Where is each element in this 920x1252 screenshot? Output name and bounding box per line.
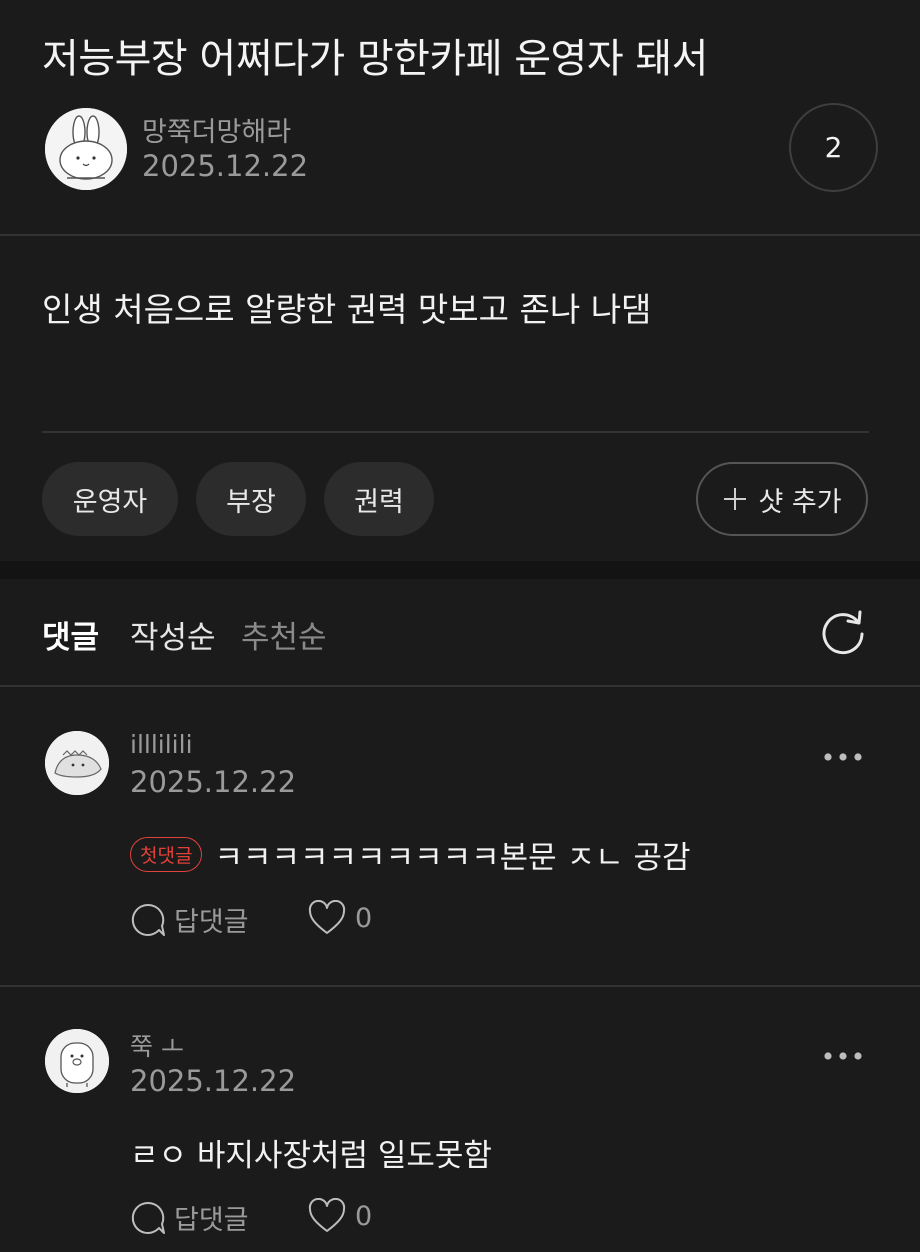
tag-chip[interactable]: 권력 — [324, 462, 434, 536]
reply-label: 답댓글 — [174, 907, 249, 938]
heart-icon — [308, 1198, 346, 1232]
add-tag-button[interactable]: 샷 추가 — [696, 462, 868, 536]
comment-date: 2025.12.22 — [130, 1064, 297, 1098]
sort-recommended-tab[interactable]: 추천순 — [241, 612, 327, 657]
add-tag-label: 샷 추가 — [758, 486, 842, 518]
like-count: 0 — [355, 902, 373, 934]
section-separator — [0, 561, 920, 579]
pig-avatar-icon — [45, 1029, 109, 1093]
comment-text: ㅋㅋㅋㅋㅋㅋㅋㅋㅋㅋ본문 ㅈㄴ 공감 — [214, 840, 691, 876]
divider — [0, 685, 920, 687]
more-options-icon[interactable] — [823, 1051, 863, 1061]
plus-icon — [724, 488, 747, 510]
post-body: 인생 처음으로 알량한 권력 맛보고 존나 나댐 — [42, 290, 652, 329]
sort-written-tab[interactable]: 작성순 — [130, 612, 216, 657]
tag-chip[interactable]: 운영자 — [42, 462, 178, 536]
creature-avatar-icon — [45, 731, 109, 795]
refresh-icon[interactable] — [818, 606, 868, 656]
like-count: 0 — [355, 1200, 373, 1232]
first-comment-badge: 첫댓글 — [130, 837, 203, 872]
reply-button[interactable]: 답댓글 — [130, 900, 249, 939]
divider — [42, 431, 869, 433]
divider — [0, 234, 920, 236]
comments-title: 댓글 — [42, 620, 100, 656]
more-options-icon[interactable] — [823, 752, 863, 762]
post-title: 저능부장 어쩌다가 망한카페 운영자 돼서 — [42, 36, 708, 82]
author-name[interactable]: 망쭉더망해라 — [142, 110, 291, 149]
reply-label: 답댓글 — [174, 1205, 249, 1236]
view-count-badge[interactable]: 2 — [789, 103, 878, 192]
comment-date: 2025.12.22 — [130, 765, 297, 799]
comment-author[interactable]: 쭉 ㅗ — [130, 1027, 184, 1063]
author-avatar[interactable] — [45, 108, 127, 190]
comment-text: ㄹㅇ 바지사장처럼 일도못함 — [130, 1138, 492, 1174]
tag-chip[interactable]: 부장 — [196, 462, 306, 536]
like-button[interactable]: 0 — [307, 900, 372, 936]
comment-author[interactable]: illlilili — [130, 730, 193, 759]
comment-avatar[interactable] — [45, 731, 109, 795]
rabbit-avatar-icon — [45, 108, 127, 190]
comment-avatar[interactable] — [45, 1029, 109, 1093]
divider — [0, 985, 920, 987]
like-button[interactable]: 0 — [307, 1198, 372, 1234]
reply-button[interactable]: 답댓글 — [130, 1198, 249, 1237]
comment-content: 첫댓글 ㅋㅋㅋㅋㅋㅋㅋㅋㅋㅋ본문 ㅈㄴ 공감 — [130, 832, 690, 877]
speech-bubble-icon — [131, 1201, 165, 1234]
heart-icon — [308, 900, 346, 934]
post-date: 2025.12.22 — [142, 149, 309, 183]
speech-bubble-icon — [131, 903, 165, 936]
